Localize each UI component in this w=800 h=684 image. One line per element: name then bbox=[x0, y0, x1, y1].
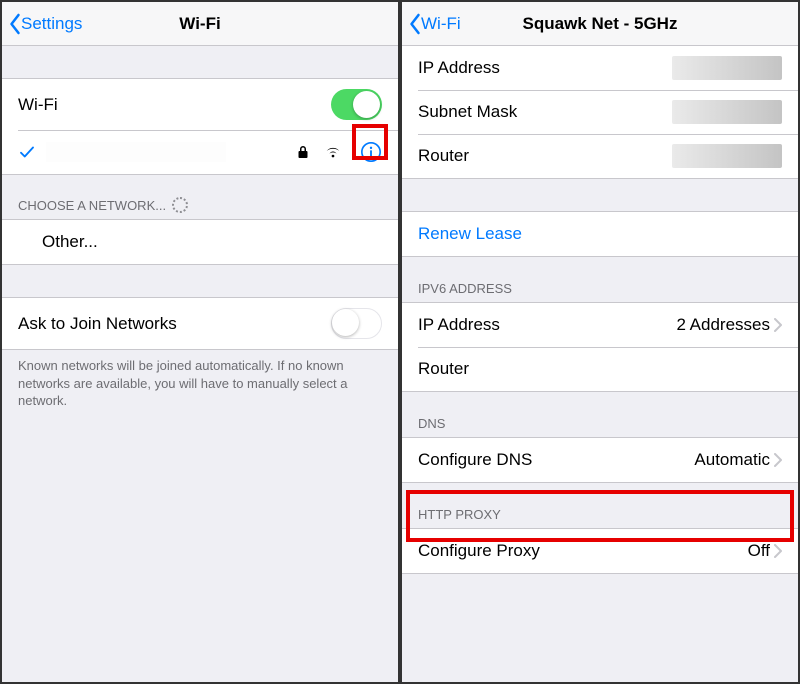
checkmark-icon bbox=[18, 143, 36, 161]
chevron-right-icon bbox=[774, 453, 782, 467]
ipv6-ip-value: 2 Addresses bbox=[676, 315, 770, 335]
network-list-group: Other... bbox=[2, 219, 398, 265]
ipv6-ip-label: IP Address bbox=[418, 315, 500, 335]
back-button[interactable]: Wi-Fi bbox=[402, 13, 461, 35]
chevron-left-icon bbox=[8, 13, 21, 35]
ip-address-row: IP Address bbox=[402, 46, 798, 90]
wifi-label: Wi-Fi bbox=[18, 95, 58, 115]
network-detail-pane: Wi-Fi Squawk Net - 5GHz IP Address Subne… bbox=[400, 0, 800, 684]
subnet-row: Subnet Mask bbox=[402, 90, 798, 134]
configure-dns-label: Configure DNS bbox=[418, 450, 532, 470]
ip-address-redacted bbox=[672, 56, 782, 80]
wifi-toggle-group: Wi-Fi bbox=[2, 78, 398, 175]
other-network-row[interactable]: Other... bbox=[2, 220, 398, 264]
chevron-right-icon bbox=[774, 544, 782, 558]
other-label: Other... bbox=[42, 232, 98, 252]
subnet-redacted bbox=[672, 100, 782, 124]
chevron-left-icon bbox=[408, 13, 421, 35]
ask-join-group: Ask to Join Networks bbox=[2, 297, 398, 350]
navbar: Settings Wi-Fi bbox=[2, 2, 398, 46]
configure-proxy-row[interactable]: Configure Proxy Off bbox=[402, 529, 798, 573]
configure-proxy-value: Off bbox=[748, 541, 770, 561]
ipv6-router-label: Router bbox=[418, 359, 469, 379]
proxy-group: Configure Proxy Off bbox=[402, 528, 798, 574]
wifi-toggle-row[interactable]: Wi-Fi bbox=[2, 79, 398, 130]
configure-dns-row[interactable]: Configure DNS Automatic bbox=[402, 438, 798, 482]
proxy-header: HTTP PROXY bbox=[402, 501, 798, 528]
ipv6-ip-row[interactable]: IP Address 2 Addresses bbox=[402, 303, 798, 347]
ip-address-label: IP Address bbox=[418, 58, 500, 78]
wifi-icon bbox=[324, 145, 342, 159]
current-network-row[interactable] bbox=[2, 130, 398, 174]
ipv6-router-row: Router bbox=[402, 347, 798, 391]
router-row: Router bbox=[402, 134, 798, 178]
wifi-settings-pane: Settings Wi-Fi Wi-Fi CH bbox=[0, 0, 400, 684]
back-button[interactable]: Settings bbox=[2, 13, 82, 35]
lock-icon bbox=[298, 145, 308, 159]
subnet-label: Subnet Mask bbox=[418, 102, 517, 122]
configure-proxy-label: Configure Proxy bbox=[418, 541, 540, 561]
back-label: Wi-Fi bbox=[421, 14, 461, 34]
router-label: Router bbox=[418, 146, 469, 166]
ask-join-row[interactable]: Ask to Join Networks bbox=[2, 298, 398, 349]
renew-lease-button[interactable]: Renew Lease bbox=[402, 212, 798, 256]
page-title: Squawk Net - 5GHz bbox=[402, 14, 798, 34]
router-redacted bbox=[672, 144, 782, 168]
ipv6-group: IP Address 2 Addresses Router bbox=[402, 302, 798, 392]
chevron-right-icon bbox=[774, 318, 782, 332]
navbar: Wi-Fi Squawk Net - 5GHz bbox=[402, 2, 798, 46]
dns-header: DNS bbox=[402, 410, 798, 437]
choose-network-header: CHOOSE A NETWORK... bbox=[2, 191, 398, 219]
ask-join-toggle[interactable] bbox=[331, 308, 382, 339]
ipv6-header: IPV6 ADDRESS bbox=[402, 275, 798, 302]
network-name-redacted bbox=[46, 142, 226, 162]
back-label: Settings bbox=[21, 14, 82, 34]
spinner-icon bbox=[172, 197, 188, 213]
ipv4-group: IP Address Subnet Mask Router bbox=[402, 46, 798, 179]
info-icon[interactable] bbox=[360, 141, 382, 163]
ask-join-footer: Known networks will be joined automatica… bbox=[2, 350, 398, 416]
wifi-toggle[interactable] bbox=[331, 89, 382, 120]
dns-group: Configure DNS Automatic bbox=[402, 437, 798, 483]
configure-dns-value: Automatic bbox=[694, 450, 770, 470]
ask-join-label: Ask to Join Networks bbox=[18, 314, 177, 334]
renew-lease-group: Renew Lease bbox=[402, 211, 798, 257]
